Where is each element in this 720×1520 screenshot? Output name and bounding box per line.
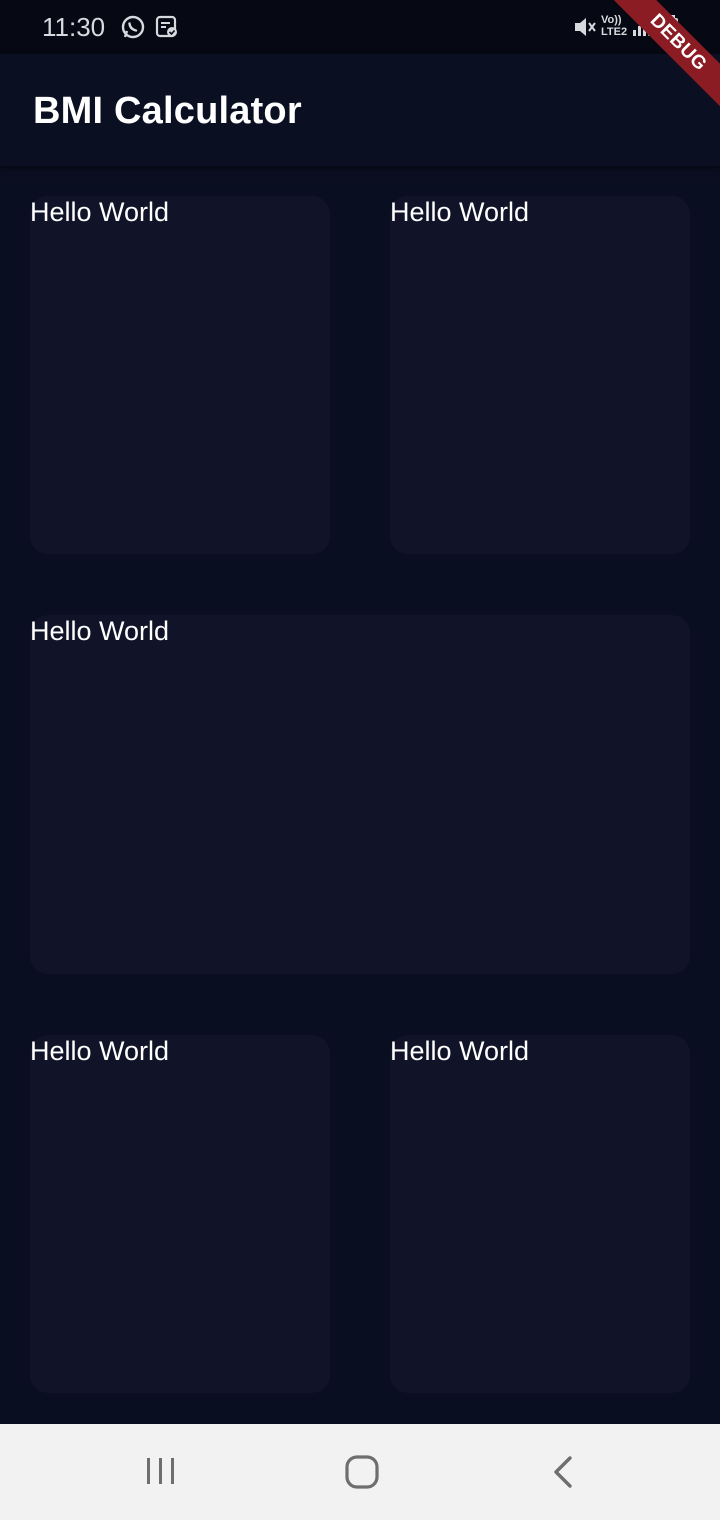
volte-line1: Vo)) [601, 14, 622, 26]
assistant-icon [154, 14, 180, 45]
recent-apps-icon[interactable] [144, 1454, 178, 1493]
battery-icon [664, 14, 680, 45]
signal-icon [632, 16, 652, 43]
reusable-card-bottom-right[interactable]: Hello World [390, 1035, 690, 1393]
card-label: Hello World [30, 1036, 170, 1066]
status-time: 11:30 [42, 12, 106, 42]
card-label: Hello World [30, 197, 170, 227]
volte-line2: LTE2 [601, 26, 628, 38]
reusable-card-bottom-left[interactable]: Hello World [30, 1035, 330, 1393]
app-title: BMI Calculator [33, 90, 302, 132]
volte-icon: Vo)) LTE2 [601, 14, 627, 38]
reusable-card-top-right[interactable]: Hello World [390, 196, 690, 554]
status-bar: 11:30 Vo)) LTE2 [0, 0, 720, 54]
app-bar: BMI Calculator [0, 54, 720, 166]
mute-icon [572, 14, 598, 45]
home-icon[interactable] [344, 1454, 380, 1495]
back-icon[interactable] [548, 1454, 578, 1495]
reusable-card-middle[interactable]: Hello World [30, 615, 690, 974]
card-label: Hello World [390, 197, 530, 227]
reusable-card-top-left[interactable]: Hello World [30, 196, 330, 554]
card-label: Hello World [390, 1036, 530, 1066]
whatsapp-icon [120, 14, 146, 45]
card-label: Hello World [30, 616, 170, 646]
system-nav-bar [0, 1424, 720, 1520]
